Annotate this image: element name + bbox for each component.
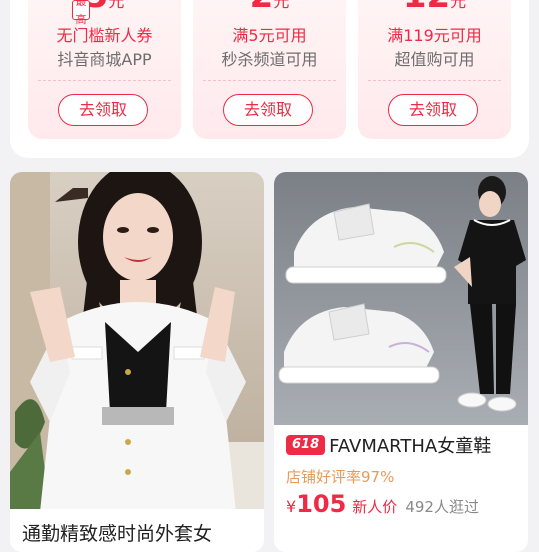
coupon-amount-unit: 元: [273, 0, 290, 11]
coupon-divider: [368, 80, 501, 81]
product-title-row: 618 FAVMARTHA女童鞋: [286, 432, 491, 458]
product-image-kids-sneakers[interactable]: [274, 172, 528, 425]
618-promo-badge: 618: [286, 435, 326, 455]
newcomer-price-label: 新人价: [352, 498, 398, 516]
coupon-amount-unit: 元: [108, 0, 125, 11]
store-rating: 店铺好评率97%: [286, 468, 395, 486]
coupon-scope: 超值购可用: [394, 50, 475, 69]
product-card-jacket[interactable]: 通勤精致感时尚外套女: [10, 172, 264, 552]
coupon-amount-unit: 元: [450, 0, 467, 11]
coupon-scope: 秒杀频道可用: [221, 50, 318, 69]
coupon-card-flash-sale: 2元 满5元可用 秒杀频道可用 去领取: [193, 0, 346, 139]
product-price: 105: [296, 490, 347, 518]
claim-coupon-button[interactable]: 去领取: [223, 94, 313, 126]
currency-symbol: ¥: [286, 497, 297, 516]
claim-coupon-button[interactable]: 去领取: [388, 94, 478, 126]
coupon-condition: 满5元可用: [232, 26, 307, 45]
coupon-amount: 12元: [358, 0, 511, 16]
product-title[interactable]: 通勤精致感时尚外套女: [22, 519, 212, 546]
coupon-amount: 5元: [28, 0, 181, 16]
coupon-card-newcomer: 5元 最高 无门槛新人券 抖音商城APP 去领取: [28, 0, 181, 139]
coupon-amount: 2元: [193, 0, 346, 16]
coupon-scope: 抖音商城APP: [57, 50, 152, 69]
coupon-amount-value: 12: [403, 0, 450, 16]
product-card-kids-shoes[interactable]: 618 FAVMARTHA女童鞋 店铺好评率97% ¥ 105 新人价 492人…: [274, 172, 528, 552]
coupon-divider: [38, 80, 171, 81]
product-title[interactable]: FAVMARTHA女童鞋: [329, 432, 491, 458]
coupon-condition: 满119元可用: [387, 26, 482, 45]
coupon-max-tag: 最高: [72, 0, 90, 26]
coupon-condition: 无门槛新人券: [56, 26, 153, 45]
product-image-woman-jacket[interactable]: [10, 172, 264, 509]
visit-count: 492人逛过: [405, 498, 479, 516]
coupon-panel: 5元 最高 无门槛新人券 抖音商城APP 去领取 2元 满5元可用 秒杀频道可用…: [10, 0, 529, 158]
claim-coupon-button[interactable]: 去领取: [58, 94, 148, 126]
coupon-amount-value: 2: [250, 0, 274, 16]
coupon-card-value-buy: 12元 满119元可用 超值购可用 去领取: [358, 0, 511, 139]
coupon-divider: [203, 80, 336, 81]
price-row: ¥ 105 新人价 492人逛过: [286, 490, 479, 520]
